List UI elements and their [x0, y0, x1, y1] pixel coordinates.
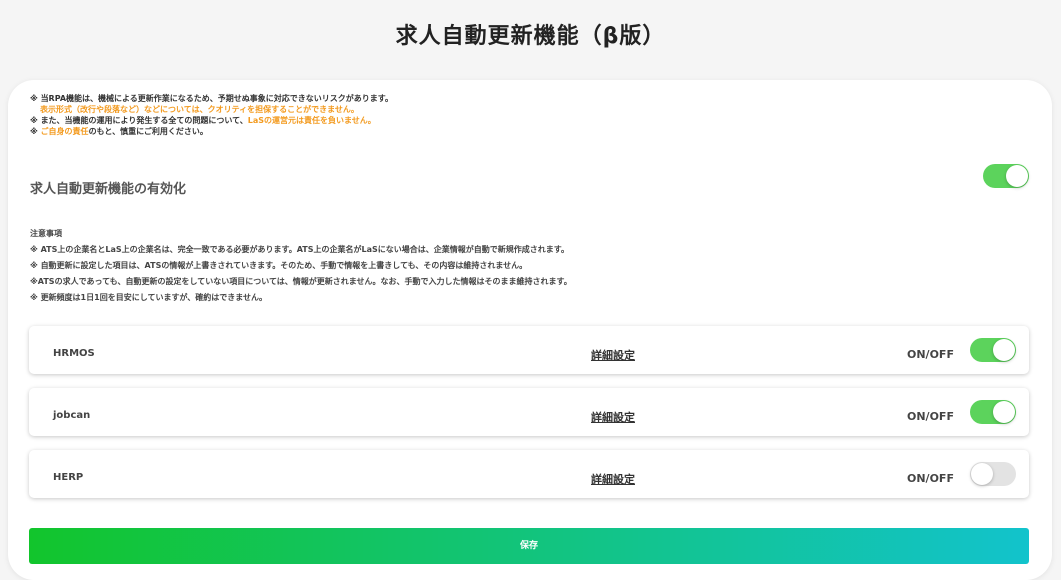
warning-line-4-suffix: のもと、慎重にご利用ください。 [88, 127, 208, 136]
enable-toggle[interactable] [983, 164, 1029, 188]
detail-settings-link[interactable]: 詳細設定 [591, 347, 635, 363]
save-button[interactable]: 保存 [29, 528, 1029, 564]
note-item: ※ 自動更新に設定した項目は、ATSの情報が上書きされていきます。そのため、手動… [30, 261, 528, 270]
note-item: ※ 更新頻度は1日1回を目安にしていますが、確約はできません。 [30, 293, 268, 302]
ats-toggle-hrmos[interactable] [970, 338, 1016, 362]
warning-line-4-highlight: ご自身の責任 [40, 127, 89, 136]
warning-line-3-prefix: ※ また、当機能の運用により発生する全ての問題について、 [30, 116, 248, 125]
notes-title: 注意事項 [30, 229, 62, 238]
page-title: 求人自動更新機能（β版） [395, 24, 666, 49]
ats-row-hrmos: HRMOS 詳細設定 ON/OFF [29, 326, 1029, 374]
detail-settings-link[interactable]: 詳細設定 [591, 471, 635, 487]
ats-toggle-herp[interactable] [970, 462, 1016, 486]
warning-line-1: ※ 当RPA機能は、機械による更新作業になるため、予期せぬ事象に対応できないリス… [30, 94, 393, 103]
note-item: ※ATSの求人であっても、自動更新の設定をしていない項目については、情報が更新さ… [30, 277, 572, 286]
ats-name: HERP [53, 472, 84, 483]
settings-card: ※ 当RPA機能は、機械による更新作業になるため、予期せぬ事象に対応できないリス… [8, 80, 1052, 580]
warning-line-4-prefix: ※ [30, 127, 41, 136]
warning-line-2: 表示形式（改行や段落など）などについては、クオリティを担保することができません。 [40, 105, 359, 114]
toggle-knob [1006, 165, 1028, 187]
toggle-knob [993, 339, 1015, 361]
warning-line-3: ※ また、当機能の運用により発生する全ての問題について、LaSの運営元は責任を負… [30, 115, 393, 126]
ats-row-herp: HERP 詳細設定 ON/OFF [29, 450, 1029, 498]
ats-name: jobcan [53, 410, 91, 421]
note-item: ※ ATS上の企業名とLaS上の企業名は、完全一致である必要があります。ATS上… [30, 245, 569, 254]
warning-notice: ※ 当RPA機能は、機械による更新作業になるため、予期せぬ事象に対応できないリス… [30, 93, 393, 137]
ats-name: HRMOS [53, 348, 95, 359]
warning-line-3-highlight: LaSの運営元は責任を負いません。 [247, 116, 376, 125]
notes-section: 注意事項 ※ ATS上の企業名とLaS上の企業名は、完全一致である必要があります… [30, 226, 572, 306]
toggle-knob [993, 401, 1015, 423]
onoff-label: ON/OFF [907, 410, 954, 423]
toggle-knob [971, 463, 993, 485]
ats-row-jobcan: jobcan 詳細設定 ON/OFF [29, 388, 1029, 436]
enable-label: 求人自動更新機能の有効化 [30, 182, 187, 197]
onoff-label: ON/OFF [907, 472, 954, 485]
warning-line-4: ※ ご自身の責任のもと、慎重にご利用ください。 [30, 126, 393, 137]
onoff-label: ON/OFF [907, 348, 954, 361]
detail-settings-link[interactable]: 詳細設定 [591, 409, 635, 425]
ats-toggle-jobcan[interactable] [970, 400, 1016, 424]
